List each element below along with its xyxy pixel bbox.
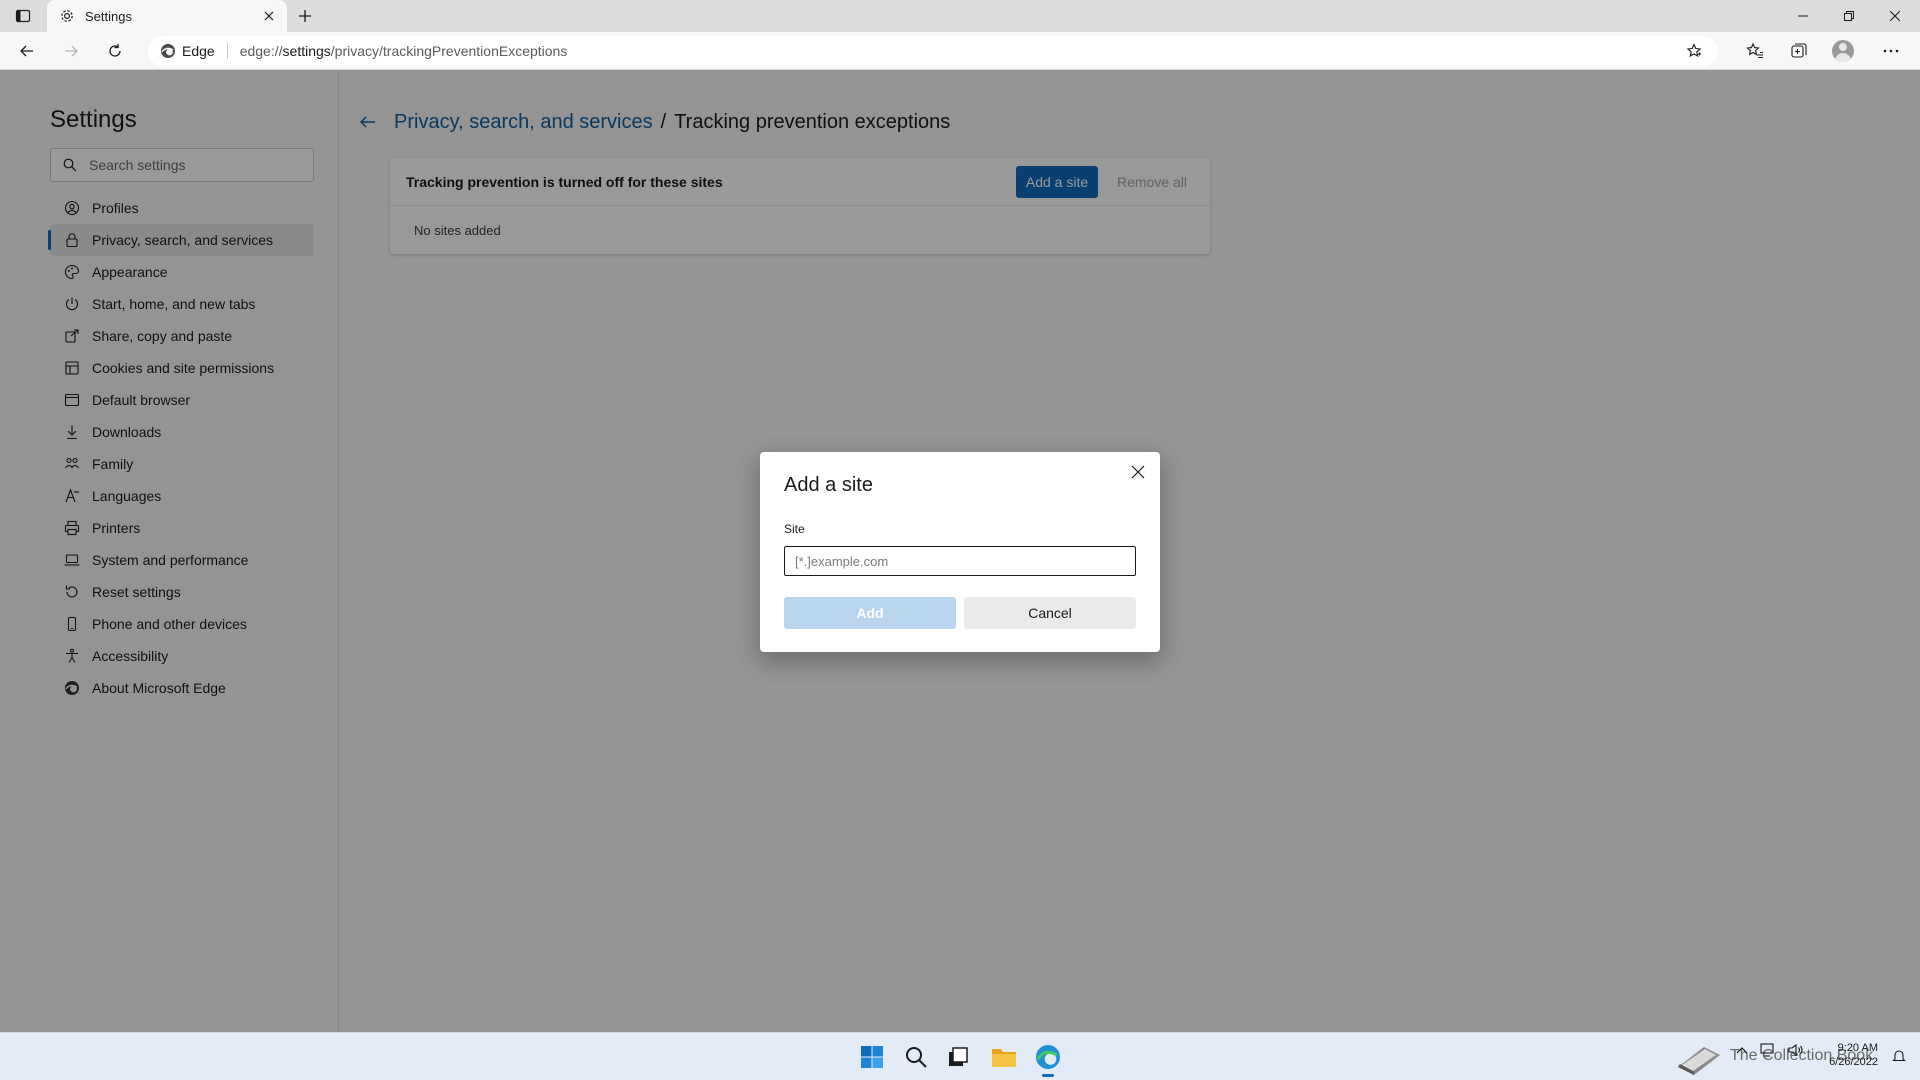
collections-icon[interactable] [1784,37,1814,65]
omnibox-separator [226,43,228,59]
system-tray [1736,1043,1804,1057]
tab-settings[interactable]: Settings [47,0,287,32]
favorites-icon[interactable] [1740,37,1770,65]
windows-start-icon[interactable] [856,1041,888,1073]
browser-toolbar: Edge edge://settings/privacy/trackingPre… [0,32,1920,70]
network-icon[interactable] [1760,1043,1776,1057]
edge-taskbar-icon[interactable] [1032,1041,1064,1077]
more-options-icon[interactable] [1876,37,1906,65]
search-icon[interactable] [900,1041,932,1073]
restore-icon[interactable] [1826,0,1872,32]
volume-icon[interactable] [1788,1043,1804,1057]
taskbar-clock[interactable]: 9:20 AM 6/26/2022 [1829,1041,1878,1069]
site-field-label: Site [784,522,805,536]
close-icon[interactable] [1126,460,1150,484]
add-favorite-icon[interactable] [1684,41,1704,61]
new-tab-icon[interactable] [292,4,318,28]
tab-title: Settings [85,8,132,24]
tab-close-icon[interactable] [257,4,281,28]
cancel-button[interactable]: Cancel [964,597,1136,629]
tab-actions-icon[interactable] [10,6,36,26]
site-identity-label: Edge [182,43,215,59]
dialog-title: Add a site [784,474,873,496]
notifications-icon[interactable] [1892,1049,1906,1063]
add-button: Add [784,597,956,629]
clock-date: 6/26/2022 [1829,1056,1878,1068]
forward-icon [56,37,86,65]
book-icon [1672,1041,1726,1075]
add-site-dialog: Add a site Site Add Cancel [760,452,1160,652]
clock-time: 9:20 AM [1837,1042,1878,1054]
minimize-icon[interactable] [1780,0,1826,32]
profile-avatar[interactable] [1832,40,1854,62]
refresh-icon[interactable] [100,37,130,65]
file-explorer-icon[interactable] [988,1041,1020,1073]
gear-icon [59,8,75,24]
taskbar: The Collection Book 9:20 AM 6/26/2022 [0,1032,1920,1080]
site-input[interactable] [784,546,1136,576]
edge-logo-icon [160,43,176,59]
back-icon[interactable] [12,37,42,65]
address-bar[interactable]: Edge edge://settings/privacy/trackingPre… [148,36,1718,66]
task-view-icon[interactable] [942,1041,974,1073]
title-bar: Settings [0,0,1920,32]
close-window-icon[interactable] [1872,0,1918,32]
url-text: edge://settings/privacy/trackingPreventi… [239,43,568,59]
chevron-up-icon[interactable] [1736,1046,1748,1054]
